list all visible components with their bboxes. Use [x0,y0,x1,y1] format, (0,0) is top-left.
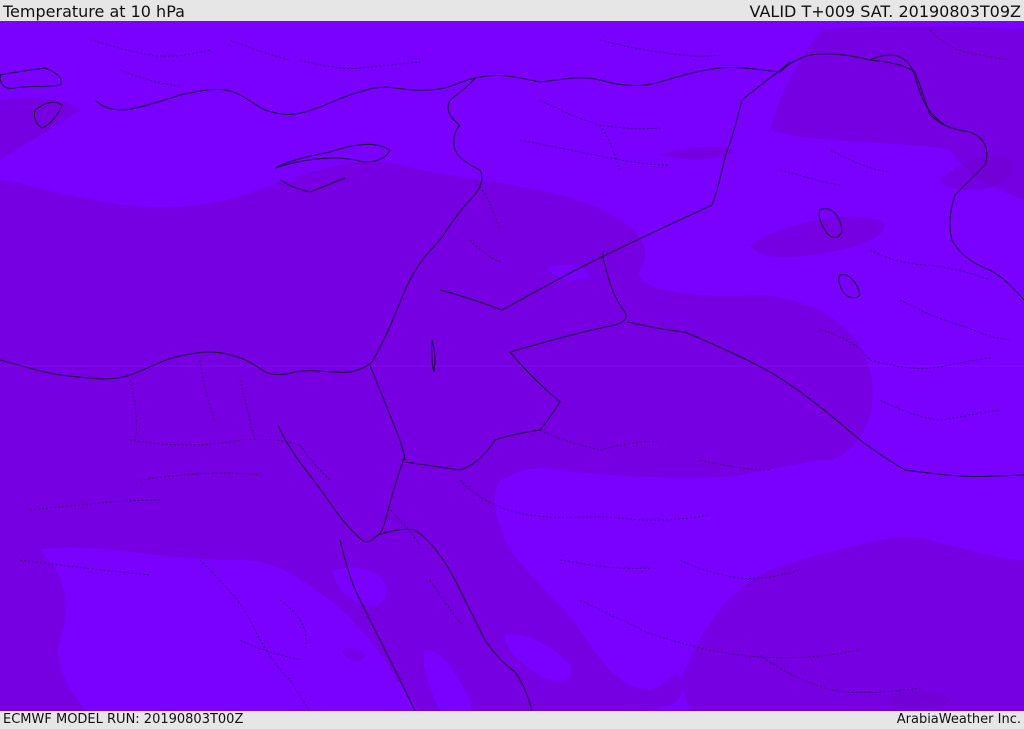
header-bar: Temperature at 10 hPa VALID T+009 SAT. 2… [0,0,1024,21]
model-run: ECMWF MODEL RUN: 20190803T00Z [3,712,244,727]
valid-time: VALID T+009 SAT. 20190803T09Z [749,2,1021,21]
credit: ArabiaWeather Inc. [896,712,1021,727]
map-svg [0,21,1024,711]
weather-map [0,21,1024,711]
map-title: Temperature at 10 hPa [3,2,185,21]
footer-bar: ECMWF MODEL RUN: 20190803T00Z ArabiaWeat… [0,711,1024,729]
